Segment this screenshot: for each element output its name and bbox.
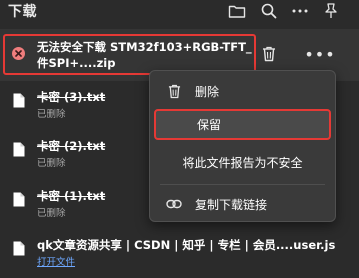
list-item[interactable]: qk文章资源共享 | CSDN | 知乎 | 专栏 | 会员....user.j… — [0, 233, 359, 273]
menu-item-keep[interactable]: 保留 — [154, 109, 331, 140]
file-icon — [13, 142, 25, 157]
open-file-link[interactable]: 打开文件 — [37, 254, 75, 268]
trash-icon — [166, 83, 182, 99]
folder-icon[interactable] — [227, 1, 247, 21]
search-icon[interactable] — [259, 1, 279, 21]
menu-item-copy-link[interactable]: 复制下载链接 — [154, 190, 331, 218]
downloads-header: 下载 — [0, 0, 359, 22]
error-icon — [12, 47, 25, 60]
downloads-title: 下载 — [8, 4, 37, 20]
menu-item-delete[interactable]: 删除 — [154, 77, 331, 105]
file-status: 已删除 — [37, 158, 66, 169]
more-icon[interactable] — [290, 1, 310, 21]
file-status: 已删除 — [37, 109, 66, 120]
file-name: 卡密 (1).txt — [37, 189, 106, 203]
file-icon — [13, 192, 25, 207]
menu-item-label: 复制下载链接 — [195, 197, 268, 212]
file-name: 卡密 (2).txt — [37, 139, 106, 153]
file-status: 已删除 — [37, 208, 66, 219]
trash-icon[interactable] — [259, 44, 279, 64]
menu-item-label: 删除 — [195, 84, 220, 99]
menu-item-label: 保留 — [197, 118, 222, 132]
menu-item-label: 将此文件报告为不安全 — [182, 155, 303, 170]
link-icon — [166, 196, 182, 212]
context-menu: 删除 保留 将此文件报告为不安全 复制下载链接 — [149, 70, 336, 222]
pin-icon[interactable] — [321, 1, 341, 21]
active-download-name: 无法安全下载 STM32f103+RGB-TFT_件SPI+....zip — [37, 40, 252, 70]
more-options-button[interactable]: ••• — [304, 44, 335, 64]
file-icon — [13, 93, 25, 108]
menu-divider — [160, 184, 325, 185]
file-name: 卡密 (3).txt — [37, 90, 106, 104]
menu-item-report-unsafe[interactable]: 将此文件报告为不安全 — [154, 148, 331, 176]
file-icon — [13, 241, 25, 256]
file-name: qk文章资源共享 | CSDN | 知乎 | 专栏 | 会员....user.j… — [37, 238, 336, 252]
